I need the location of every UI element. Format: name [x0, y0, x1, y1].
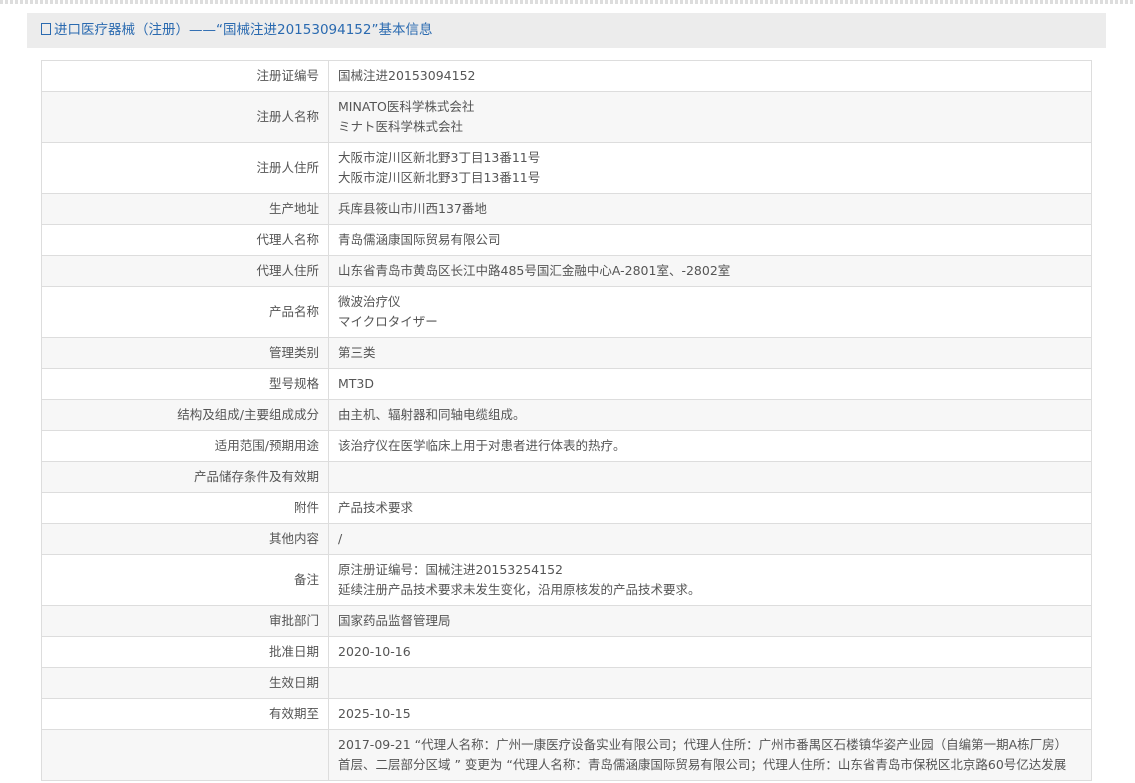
field-value: 微波治疗仪マイクロタイザー — [328, 286, 1092, 338]
table-row: 注册人住所 大阪市淀川区新北野3丁目13番11号 大阪市淀川区新北野3丁目13番11… — [41, 142, 1092, 194]
field-label: 适用范围/预期用途 — [41, 430, 329, 462]
field-label: 型号规格 — [41, 368, 329, 400]
field-label: 备注 — [41, 554, 329, 606]
field-value: 2025-10-15 — [328, 698, 1092, 730]
value-line: 第三类 — [338, 345, 376, 360]
table-row: 代理人名称 青岛儒涵康国际贸易有限公司 — [41, 224, 1092, 256]
field-label: 代理人住所 — [41, 255, 329, 287]
table-row: 结构及组成/主要组成成分 由主机、辐射器和同轴电缆组成。 — [41, 399, 1092, 431]
field-label: 有效期至 — [41, 698, 329, 730]
value-line: 该治疗仪在医学临床上用于对患者进行体表的热疗。 — [338, 438, 626, 453]
value-line: 山东省青岛市黄岛区长江中路485号国汇金融中心A-2801室、-2802室 — [338, 263, 731, 278]
table-row: 附件 产品技术要求 — [41, 492, 1092, 524]
value-line: 2025-10-15 — [338, 706, 411, 721]
field-label: 产品储存条件及有效期 — [41, 461, 329, 493]
value-line: 由主机、辐射器和同轴电缆组成。 — [338, 407, 526, 422]
field-value: 大阪市淀川区新北野3丁目13番11号 大阪市淀川区新北野3丁目13番11号 — [328, 142, 1092, 194]
value-line: 兵库县筱山市川西137番地 — [338, 201, 487, 216]
info-table: 注册证编号 国械注进20153094152 注册人名称 MINATO医科学株式会社 ミナ… — [41, 60, 1092, 781]
table-row: 适用范围/预期用途 该治疗仪在医学临床上用于对患者进行体表的热疗。 — [41, 430, 1092, 462]
field-label: 批准日期 — [41, 636, 329, 668]
field-label: 注册证编号 — [41, 60, 329, 92]
value-line: 青岛儒涵康国际贸易有限公司 — [338, 232, 501, 247]
field-value — [328, 461, 1092, 493]
table-row: 管理类别 第三类 — [41, 337, 1092, 369]
top-dashed-border — [0, 0, 1135, 4]
field-value: 青岛儒涵康国际贸易有限公司 — [328, 224, 1092, 256]
field-label — [41, 729, 329, 781]
field-label: 注册人住所 — [41, 142, 329, 194]
field-value: 国家药品监督管理局 — [328, 605, 1092, 637]
field-value: 2020-10-16 — [328, 636, 1092, 668]
field-value: 第三类 — [328, 337, 1092, 369]
table-row: 注册证编号 国械注进20153094152 — [41, 60, 1092, 92]
field-value: 该治疗仪在医学临床上用于对患者进行体表的热疗。 — [328, 430, 1092, 462]
field-value: 山东省青岛市黄岛区长江中路485号国汇金融中心A-2801室、-2802室 — [328, 255, 1092, 287]
field-value: 国械注进20153094152 — [328, 60, 1092, 92]
table-row: 产品储存条件及有效期 — [41, 461, 1092, 493]
field-label: 生效日期 — [41, 667, 329, 699]
table-row: 其他内容 / — [41, 523, 1092, 555]
table-row: 备注 原注册证编号：国械注进20153254152 延续注册产品技术要求未发生变化，… — [41, 554, 1092, 606]
table-row: 生产地址 兵库县筱山市川西137番地 — [41, 193, 1092, 225]
field-label: 附件 — [41, 492, 329, 524]
table-row: 代理人住所 山东省青岛市黄岛区长江中路485号国汇金融中心A-2801室、-280… — [41, 255, 1092, 287]
field-value: / — [328, 523, 1092, 555]
value-line: 国家药品监督管理局 — [338, 613, 451, 628]
field-label: 审批部门 — [41, 605, 329, 637]
value-line: 延续注册产品技术要求未发生变化，沿用原核发的产品技术要求。 — [338, 582, 701, 597]
value-line: 大阪市淀川区新北野3丁目13番11号 — [338, 150, 541, 165]
value-line: 原注册证编号：国械注进20153254152 — [338, 562, 563, 577]
info-panel: 进口医疗器械（注册）——“国械注进20153094152”基本信息 注册证编号国… — [27, 13, 1106, 783]
value-line: 国械注进20153094152 — [338, 68, 476, 83]
value-line: 微波治疗仪 — [338, 294, 401, 309]
value-line: 2020-10-16 — [338, 644, 411, 659]
value-line: 2017-09-21 “代理人名称：广州一康医疗设备实业有限公司；代理人住所：广… — [338, 737, 1068, 752]
field-label: 管理类别 — [41, 337, 329, 369]
table-row: 注册人名称 MINATO医科学株式会社 ミナト医科学株式会社 — [41, 91, 1092, 143]
field-value: MINATO医科学株式会社 ミナト医科学株式会社 — [328, 91, 1092, 143]
field-value: MT3D — [328, 368, 1092, 400]
value-line: 首层、二层部分区域 ” 变更为 “代理人名称：青岛儒涵康国际贸易有限公司；代理人… — [338, 757, 1067, 772]
value-line: MT3D — [338, 376, 374, 391]
field-value: 兵库县筱山市川西137番地 — [328, 193, 1092, 225]
table-row: 生效日期 — [41, 667, 1092, 699]
table-row: 有效期至 2025-10-15 — [41, 698, 1092, 730]
field-label: 生产地址 — [41, 193, 329, 225]
value-line: / — [338, 531, 343, 546]
table-row: 产品名称 微波治疗仪マイクロタイザー — [41, 286, 1092, 338]
table-row: 型号规格 MT3D — [41, 368, 1092, 400]
field-label: 结构及组成/主要组成成分 — [41, 399, 329, 431]
table-row: 批准日期 2020-10-16 — [41, 636, 1092, 668]
field-label: 代理人名称 — [41, 224, 329, 256]
page-title: 进口医疗器械（注册）——“国械注进20153094152”基本信息 — [54, 22, 433, 38]
panel-header: 进口医疗器械（注册）——“国械注进20153094152”基本信息 — [27, 13, 1106, 48]
field-label: 注册人名称 — [41, 91, 329, 143]
document-icon — [41, 23, 51, 35]
value-line: 产品技术要求 — [338, 500, 414, 515]
table-row: 审批部门 国家药品监督管理局 — [41, 605, 1092, 637]
field-value: 2017-09-21 “代理人名称：广州一康医疗设备实业有限公司；代理人住所：广… — [328, 729, 1092, 781]
value-line: マイクロタイザー — [338, 314, 438, 329]
field-value: 产品技术要求 — [328, 492, 1092, 524]
field-label: 其他内容 — [41, 523, 329, 555]
value-line: ミナト医科学株式会社 — [338, 119, 464, 134]
field-value — [328, 667, 1092, 699]
field-value: 原注册证编号：国械注进20153254152 延续注册产品技术要求未发生变化，沿用… — [328, 554, 1092, 606]
value-line: MINATO医科学株式会社 — [338, 99, 475, 114]
field-label: 产品名称 — [41, 286, 329, 338]
table-row: 2017-09-21 “代理人名称：广州一康医疗设备实业有限公司；代理人住所：广… — [41, 729, 1092, 781]
field-value: 由主机、辐射器和同轴电缆组成。 — [328, 399, 1092, 431]
value-line: 大阪市淀川区新北野3丁目13番11号 — [338, 170, 541, 185]
